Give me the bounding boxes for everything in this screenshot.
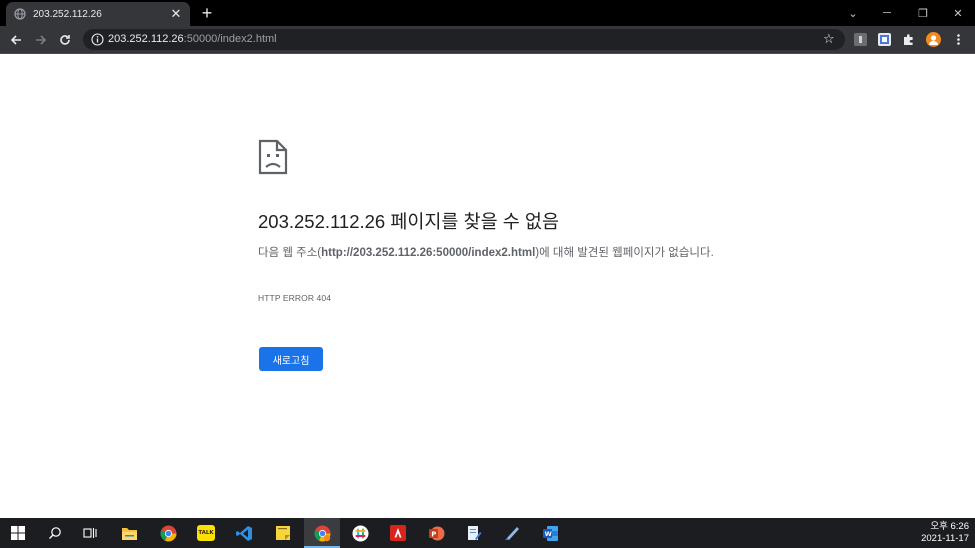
arrow-left-icon: [10, 35, 21, 45]
windows-start-icon[interactable]: [8, 523, 28, 543]
close-window-button[interactable]: ✕: [941, 0, 975, 26]
minimize-button[interactable]: ─: [870, 0, 904, 26]
tab-close-icon[interactable]: ✕: [170, 7, 182, 20]
taskbar: TALK P W 오후 6:26 2021-11-17: [0, 518, 975, 548]
sticky-notes-icon[interactable]: [273, 523, 293, 543]
svg-text:P: P: [431, 530, 436, 538]
address-url[interactable]: 203.252.112.26:50000/index2.html: [108, 33, 277, 46]
svg-text:W: W: [544, 530, 551, 538]
restore-button[interactable]: ❐: [906, 0, 940, 26]
tab-strip: 203.252.112.26 ✕ + ⌄ ─ ❐ ✕: [0, 0, 975, 26]
clock-time: 오후 6:26: [930, 521, 969, 532]
reload-button[interactable]: [57, 32, 73, 48]
profile-avatar-icon[interactable]: [926, 32, 941, 47]
url-host: 203.252.112.26: [108, 33, 184, 45]
info-icon[interactable]: [91, 33, 104, 46]
vscode-icon[interactable]: [234, 523, 254, 543]
error-description: 다음 웹 주소(http://203.252.112.26:50000/inde…: [258, 244, 723, 262]
powerpoint-icon[interactable]: P: [426, 523, 446, 543]
chrome-active-icon[interactable]: [312, 523, 332, 543]
task-view-icon[interactable]: [80, 523, 100, 543]
error-desc-suffix: )에 대해 발견된 웹페이지가 없습니다.: [535, 247, 714, 259]
word-icon[interactable]: W: [540, 523, 560, 543]
kakaotalk-label: TALK: [198, 530, 214, 536]
error-code: HTTP ERROR 404: [258, 293, 332, 303]
browser-tab[interactable]: 203.252.112.26 ✕: [6, 2, 190, 26]
paint-icon[interactable]: [502, 523, 522, 543]
address-bar[interactable]: 203.252.112.26:50000/index2.html ☆: [83, 29, 845, 50]
acrobat-icon[interactable]: [388, 523, 408, 543]
error-desc-url: http://203.252.112.26:50000/index2.html: [321, 247, 536, 259]
new-tab-button[interactable]: +: [198, 4, 216, 22]
tab-search-icon[interactable]: ⌄: [836, 0, 870, 26]
url-path: :50000/index2.html: [183, 33, 277, 45]
notepad-icon[interactable]: [464, 523, 484, 543]
clock-date: 2021-11-17: [921, 533, 969, 544]
tab-title: 203.252.112.26: [33, 8, 102, 20]
extension-1-icon[interactable]: [854, 33, 867, 46]
reload-icon: [60, 35, 70, 45]
puzzle-icon[interactable]: [902, 33, 915, 46]
back-button[interactable]: [8, 32, 24, 48]
browser-toolbar: 203.252.112.26:50000/index2.html ☆: [0, 26, 975, 54]
error-desc-prefix: 다음 웹 주소(: [258, 247, 322, 259]
reload-page-button[interactable]: 새로고침: [259, 347, 323, 371]
file-explorer-icon[interactable]: [119, 523, 139, 543]
system-clock[interactable]: 오후 6:26 2021-11-17: [921, 521, 969, 545]
forward-button[interactable]: [33, 32, 49, 48]
search-icon[interactable]: [45, 523, 65, 543]
bookmark-star-icon[interactable]: ☆: [823, 31, 835, 47]
more-menu-icon[interactable]: [952, 33, 965, 46]
kakaotalk-icon[interactable]: TALK: [196, 523, 216, 543]
extension-2-icon[interactable]: [878, 33, 891, 46]
arrow-right-icon: [36, 35, 47, 45]
slack-icon[interactable]: [350, 523, 370, 543]
error-heading: 203.252.112.26 페이지를 찾을 수 없음: [258, 211, 559, 232]
chrome-icon[interactable]: [158, 523, 178, 543]
sad-page-icon: [258, 139, 288, 175]
globe-icon: [14, 8, 26, 20]
